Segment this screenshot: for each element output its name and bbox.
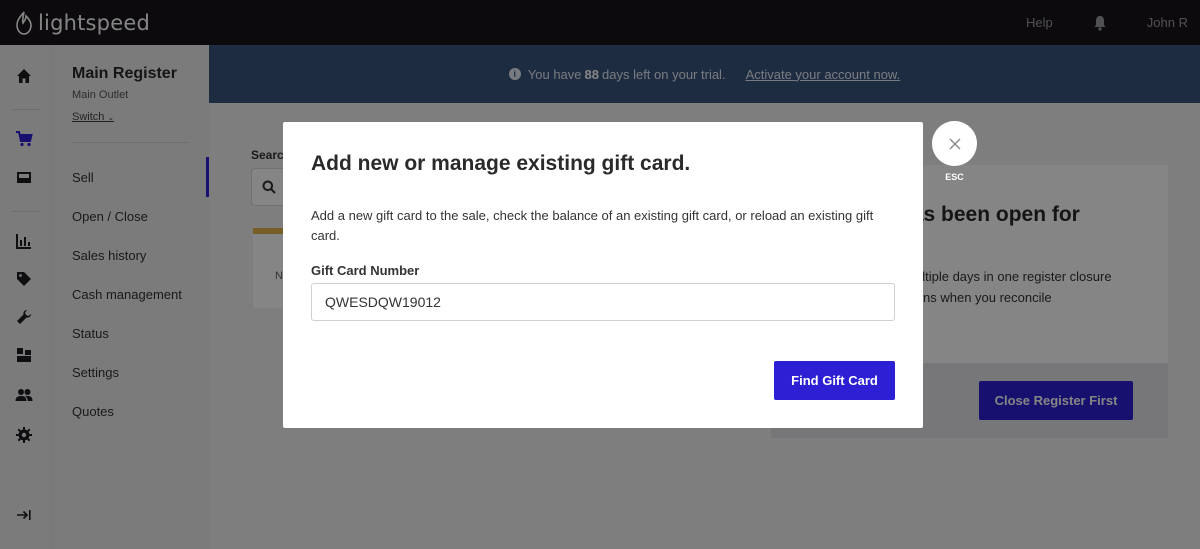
find-gift-card-button[interactable]: Find Gift Card [774, 361, 895, 400]
modal-title: Add new or manage existing gift card. [311, 152, 691, 175]
close-icon [949, 138, 960, 149]
gift-card-number-label: Gift Card Number [311, 263, 420, 278]
modal-description: Add a new gift card to the sale, check t… [311, 208, 874, 243]
esc-label: ESC [945, 172, 964, 182]
close-modal-button[interactable] [932, 121, 977, 166]
gift-card-number-input[interactable] [311, 283, 895, 321]
gift-card-modal: Add new or manage existing gift card. Ad… [283, 122, 923, 428]
